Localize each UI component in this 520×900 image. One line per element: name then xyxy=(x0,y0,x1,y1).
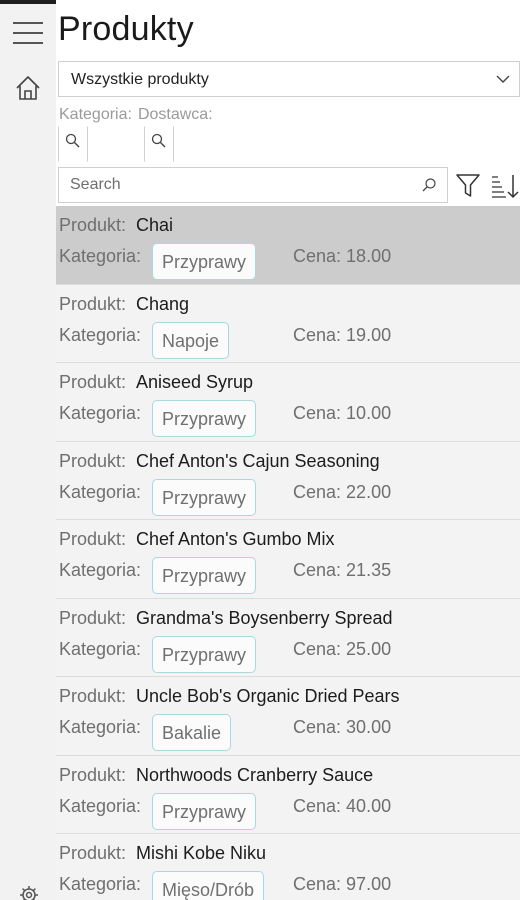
price: Cena: 10.00 xyxy=(293,403,391,424)
price-value: 97.00 xyxy=(346,874,392,894)
list-item[interactable]: Produkt: Aniseed Syrup Kategoria: Przyprawy… xyxy=(56,363,520,442)
list-item[interactable]: Produkt: Chang Kategoria: Napoje Cena: 19.00 xyxy=(56,284,520,363)
search-input[interactable] xyxy=(59,168,419,202)
product-label: Produkt: xyxy=(59,372,127,392)
list-item[interactable]: Produkt: Grandma's Boysenberry Spread Kate… xyxy=(56,598,520,677)
product-view-dropdown[interactable]: Wszystkie produkty xyxy=(58,61,520,97)
product-name: Mishi Kobe Niku xyxy=(136,843,267,863)
product-label: Produkt: xyxy=(59,686,127,706)
price-label: Cena: xyxy=(293,874,342,894)
price-label: Cena: xyxy=(293,638,342,659)
price-value: 40.00 xyxy=(346,795,392,816)
price: Cena: 25.00 xyxy=(293,639,391,660)
product-name: Chang xyxy=(136,293,190,314)
price-value: 10.00 xyxy=(346,403,392,423)
category-badge: Przyprawy xyxy=(152,243,257,280)
list-item[interactable]: Produkt: Chai Kategoria: Przyprawy Cena: 18.0… xyxy=(56,206,520,285)
product-label: Produkt: xyxy=(59,215,127,235)
price-value: 25.00 xyxy=(346,638,392,659)
product-label: Produkt: xyxy=(59,293,127,314)
title-bar-strip xyxy=(0,0,56,4)
category-badge: Przyprawy xyxy=(152,557,257,594)
product-name: Uncle Bob's Organic Dried Pears xyxy=(136,686,400,706)
search-icon xyxy=(65,133,80,148)
category-filter-label: Kategoria: xyxy=(59,106,132,123)
category-label: Kategoria: xyxy=(59,560,142,580)
product-list: Produkt: Chai Kategoria: Przyprawy Cena: 18.0… xyxy=(56,206,520,900)
product-label: Produkt: xyxy=(59,843,127,863)
category-badge: Przyprawy xyxy=(152,400,257,437)
price-label: Cena: xyxy=(293,795,342,816)
category-badge: Bakalie xyxy=(152,714,232,751)
nav-rail xyxy=(0,0,56,900)
category-badge: Mięso/Drób xyxy=(152,871,265,900)
category-label: Kategoria: xyxy=(59,874,142,894)
chevron-down-icon xyxy=(496,75,510,83)
category-label: Kategoria: xyxy=(59,717,142,737)
price-label: Cena: xyxy=(293,560,342,580)
category-label: Kategoria: xyxy=(59,403,142,423)
product-name: Aniseed Syrup xyxy=(136,372,254,392)
price-label: Cena: xyxy=(293,246,342,266)
category-label: Kategoria: xyxy=(59,246,142,266)
price-label: Cena: xyxy=(293,717,342,737)
category-badge: Przyprawy xyxy=(152,635,257,673)
product-label: Produkt: xyxy=(59,764,127,785)
dropdown-selected-value: Wszystkie produkty xyxy=(71,71,209,88)
search-box xyxy=(58,167,448,203)
sort-icon[interactable] xyxy=(490,172,520,200)
list-item[interactable]: Produkt: Northwoods Cranberry Sauce Katego… xyxy=(56,755,520,834)
list-item[interactable]: Produkt: Mishi Kobe Niku Kategoria: Mięso/D… xyxy=(56,834,520,900)
price: Cena: 30.00 xyxy=(293,717,391,738)
price-label: Cena: xyxy=(293,481,342,502)
supplier-filter-button[interactable] xyxy=(144,126,174,162)
product-name: Chef Anton's Gumbo Mix xyxy=(136,529,335,549)
list-item[interactable]: Produkt: Chef Anton's Cajun Seasoning Kate… xyxy=(56,441,520,520)
page-title: Produkty xyxy=(58,10,194,48)
product-name: Grandma's Boysenberry Spread xyxy=(136,607,393,628)
price: Cena: 97.00 xyxy=(293,874,391,895)
product-label: Produkt: xyxy=(59,450,127,471)
category-label: Kategoria: xyxy=(59,795,142,816)
price-value: 22.00 xyxy=(346,481,392,502)
price-value: 19.00 xyxy=(346,324,392,345)
category-label: Kategoria: xyxy=(59,638,142,659)
hamburger-icon[interactable] xyxy=(13,20,43,46)
price-label: Cena: xyxy=(293,324,342,345)
price-value: 30.00 xyxy=(346,717,392,737)
filter-icon[interactable] xyxy=(454,170,482,200)
category-badge: Napoje xyxy=(152,321,230,359)
product-name: Northwoods Cranberry Sauce xyxy=(136,764,374,785)
price-value: 18.00 xyxy=(346,246,392,266)
price-label: Cena: xyxy=(293,403,342,423)
price: Cena: 22.00 xyxy=(293,482,391,503)
home-icon[interactable] xyxy=(14,74,42,102)
product-label: Produkt: xyxy=(59,529,127,549)
list-item[interactable]: Produkt: Uncle Bob's Organic Dried Pears K… xyxy=(56,677,520,756)
price-value: 21.35 xyxy=(346,560,392,580)
category-badge: Przyprawy xyxy=(152,792,257,830)
price: Cena: 19.00 xyxy=(293,325,391,346)
category-badge: Przyprawy xyxy=(152,478,257,516)
category-label: Kategoria: xyxy=(59,481,142,502)
price: Cena: 18.00 xyxy=(293,246,391,267)
product-name: Chef Anton's Cajun Seasoning xyxy=(136,450,380,471)
category-label: Kategoria: xyxy=(59,324,142,345)
search-icon xyxy=(151,133,166,148)
category-filter-button[interactable] xyxy=(58,126,88,162)
search-icon[interactable] xyxy=(421,177,437,193)
gear-icon[interactable] xyxy=(18,884,40,900)
product-name: Chai xyxy=(136,215,174,235)
supplier-filter-label: Dostawca: xyxy=(137,106,213,123)
price: Cena: 40.00 xyxy=(293,796,391,817)
list-item[interactable]: Produkt: Chef Anton's Gumbo Mix Kategoria:… xyxy=(56,520,520,599)
main-pane: Produkty Wszystkie produkty Kategoria: Do… xyxy=(56,0,520,900)
product-label: Produkt: xyxy=(59,607,127,628)
price: Cena: 21.35 xyxy=(293,560,391,581)
filters-labels: Kategoria: Dostawca: xyxy=(59,106,213,124)
